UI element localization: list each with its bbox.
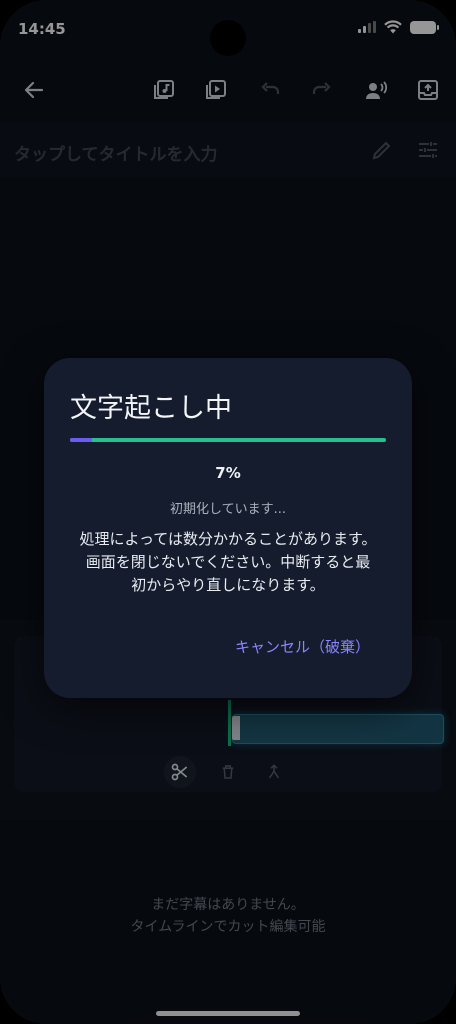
message-line-2: 画面を閉じないでください。中断すると最 bbox=[85, 553, 371, 571]
progress-fill bbox=[70, 438, 93, 442]
dialog-message: 処理によっては数分かかることがあります。 画面を閉じないでください。中断すると最… bbox=[70, 528, 386, 597]
message-line-3: 初からやり直しになります。 bbox=[131, 576, 325, 594]
cancel-button[interactable]: キャンセル（破棄） bbox=[235, 636, 370, 657]
transcription-dialog: 文字起こし中 7% 初期化しています... 処理によっては数分かかることがありま… bbox=[44, 358, 412, 698]
dialog-title: 文字起こし中 bbox=[70, 393, 232, 424]
message-line-1: 処理によっては数分かかることがあります。 bbox=[79, 530, 377, 548]
progress-stage: 初期化しています... bbox=[169, 502, 286, 517]
progress-bar bbox=[70, 438, 386, 442]
progress-percent: 7% bbox=[215, 464, 241, 482]
phone-screen: 14:45 タップしてタイトルを入力 まだ字幕はありません。 タイムラインでカッ… bbox=[0, 0, 456, 1024]
